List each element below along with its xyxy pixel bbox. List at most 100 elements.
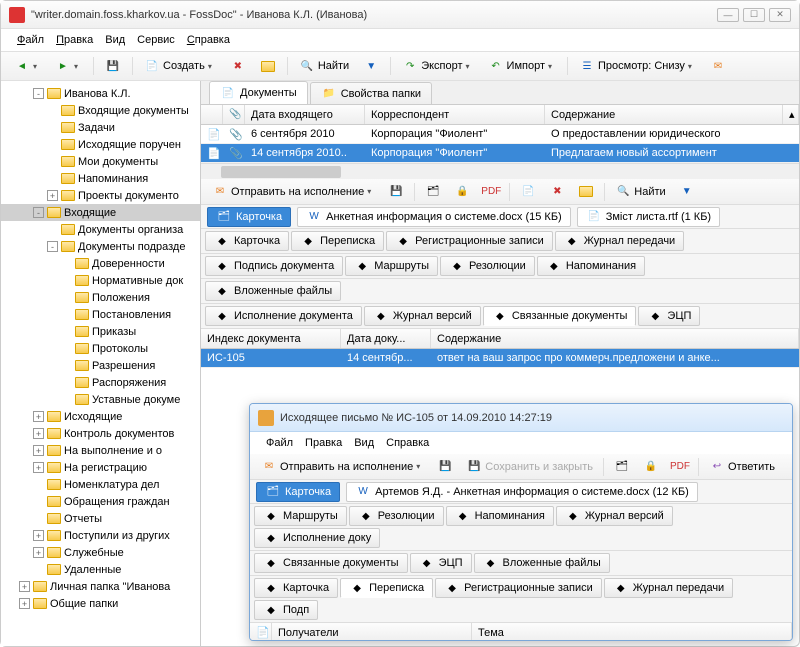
- mail-button[interactable]: ✉: [705, 55, 731, 77]
- detail-tab[interactable]: ◆Исполнение доку: [254, 528, 380, 548]
- detail-tab[interactable]: ◆Напоминания: [537, 256, 645, 276]
- tree-node[interactable]: Обращения граждан: [1, 493, 200, 510]
- tree-node[interactable]: +На регистрацию: [1, 459, 200, 476]
- tree-node[interactable]: Протоколы: [1, 340, 200, 357]
- detail-tab[interactable]: ◆ЭЦП: [638, 306, 700, 326]
- tree-node[interactable]: Постановления: [1, 306, 200, 323]
- tree-node[interactable]: +Контроль документов: [1, 425, 200, 442]
- tree-node[interactable]: Разрешения: [1, 357, 200, 374]
- child-menu-help[interactable]: Справка: [382, 435, 433, 451]
- detail-tab[interactable]: ◆Карточка: [254, 578, 338, 598]
- create-button[interactable]: 📄Создать▾: [139, 55, 221, 77]
- detail-tab[interactable]: ◆Маршруты: [345, 256, 438, 276]
- folder-btn2[interactable]: [573, 181, 599, 203]
- send-exec-button[interactable]: ✉Отправить на исполнение▾: [207, 181, 380, 203]
- tree-node[interactable]: Номенклатура дел: [1, 476, 200, 493]
- subgrid-row[interactable]: ИС-105 14 сентябр... ответ на ваш запрос…: [201, 349, 799, 368]
- col-index[interactable]: Индекс документа: [201, 329, 341, 348]
- filetab-card[interactable]: 🗂Карточка: [207, 207, 291, 227]
- child-save-button[interactable]: 💾: [432, 456, 458, 478]
- child-menu-edit[interactable]: Правка: [301, 435, 346, 451]
- menu-edit[interactable]: Правка: [52, 32, 97, 48]
- child-send-button[interactable]: ✉Отправить на исполнение▾: [256, 456, 429, 478]
- tree-node[interactable]: Входящие документы: [1, 102, 200, 119]
- detail-tab[interactable]: ◆Резолюции: [440, 256, 535, 276]
- forward-button[interactable]: ►▾: [50, 55, 87, 77]
- col-cont2[interactable]: Содержание: [431, 329, 799, 348]
- find-button[interactable]: 🔍Найти: [294, 55, 354, 77]
- tree-node[interactable]: Приказы: [1, 323, 200, 340]
- child-card-btn[interactable]: 🗂: [609, 456, 635, 478]
- tree-node[interactable]: -Входящие: [1, 204, 200, 221]
- tree-node[interactable]: Удаленные: [1, 561, 200, 578]
- filter-btn2[interactable]: ▼: [674, 181, 700, 203]
- filetab-rtf[interactable]: 📄Зміст листа.rtf (1 КБ): [577, 207, 720, 227]
- tree-node[interactable]: +Исходящие: [1, 408, 200, 425]
- child-col-icon[interactable]: 📄: [250, 623, 272, 641]
- tree-node[interactable]: Напоминания: [1, 170, 200, 187]
- child-col-subj[interactable]: Тема: [472, 623, 792, 641]
- filter-button[interactable]: ▼: [358, 55, 384, 77]
- lock-btn[interactable]: 🔒: [449, 181, 475, 203]
- col-icon[interactable]: [201, 105, 223, 124]
- tree-node[interactable]: +Служебные: [1, 544, 200, 561]
- child-filetab-card[interactable]: 🗂Карточка: [256, 482, 340, 502]
- detail-tab[interactable]: ◆Переписка: [340, 578, 433, 598]
- detail-tab[interactable]: ◆Журнал передачи: [555, 231, 684, 251]
- child-reply-button[interactable]: ↩Ответить: [704, 456, 780, 478]
- detail-tab[interactable]: ◆Подпись документа: [205, 256, 343, 276]
- folder-tree[interactable]: -Иванова К.Л.Входящие документыЗадачиИсх…: [1, 81, 201, 646]
- filetab-docx[interactable]: WАнкетная информация о системе.docx (15 …: [297, 207, 571, 227]
- scroll-up[interactable]: ▴: [783, 105, 799, 124]
- detail-tab[interactable]: ◆Регистрационные записи: [435, 578, 602, 598]
- detail-tab[interactable]: ◆Вложенные файлы: [205, 281, 341, 301]
- table-row[interactable]: 📄📎6 сентября 2010Корпорация "Фиолент"О п…: [201, 125, 799, 144]
- tree-node[interactable]: Документы организа: [1, 221, 200, 238]
- tab-documents[interactable]: 📄Документы: [209, 81, 308, 104]
- tree-node[interactable]: Отчеты: [1, 510, 200, 527]
- child-col-rcpt[interactable]: Получатели: [272, 623, 472, 641]
- h-scrollbar[interactable]: [201, 163, 799, 179]
- menu-help[interactable]: Справка: [183, 32, 234, 48]
- detail-tab[interactable]: ◆Регистрационные записи: [386, 231, 553, 251]
- menu-service[interactable]: Сервис: [133, 32, 179, 48]
- tree-node[interactable]: Мои документы: [1, 153, 200, 170]
- maximize-button[interactable]: ☐: [743, 8, 765, 22]
- tree-node[interactable]: -Документы подразде: [1, 238, 200, 255]
- save-btn2[interactable]: 💾: [383, 181, 409, 203]
- back-button[interactable]: ◄▾: [9, 55, 46, 77]
- col-corr[interactable]: Корреспондент: [365, 105, 545, 124]
- tree-node[interactable]: Задачи: [1, 119, 200, 136]
- folder-button[interactable]: [255, 55, 281, 77]
- col-content[interactable]: Содержание: [545, 105, 783, 124]
- tree-node[interactable]: +На выполнение и о: [1, 442, 200, 459]
- tree-node[interactable]: +Поступили из других: [1, 527, 200, 544]
- pdf-btn[interactable]: PDF: [478, 181, 504, 203]
- tree-node[interactable]: Распоряжения: [1, 374, 200, 391]
- tree-node[interactable]: -Иванова К.Л.: [1, 85, 200, 102]
- tree-node[interactable]: +Общие папки: [1, 595, 200, 612]
- tree-node[interactable]: +Личная папка "Иванова: [1, 578, 200, 595]
- export-button[interactable]: ↷Экспорт▾: [397, 55, 478, 77]
- child-filetab-docx[interactable]: WАртемов Я.Д. - Анкетная информация о си…: [346, 482, 698, 502]
- detail-tab[interactable]: ◆Связанные документы: [483, 306, 637, 326]
- child-pdf-btn[interactable]: PDF: [667, 456, 693, 478]
- detail-tab[interactable]: ◆Связанные документы: [254, 553, 408, 573]
- child-menu-view[interactable]: Вид: [350, 435, 378, 451]
- detail-tab[interactable]: ◆Исполнение документа: [205, 306, 362, 326]
- detail-tab[interactable]: ◆Резолюции: [349, 506, 444, 526]
- detail-tab[interactable]: ◆Напоминания: [446, 506, 554, 526]
- tree-node[interactable]: Уставные докуме: [1, 391, 200, 408]
- delete-button[interactable]: ✖: [225, 55, 251, 77]
- detail-tab[interactable]: ◆Подп: [254, 600, 318, 620]
- detail-tab[interactable]: ◆Журнал версий: [556, 506, 673, 526]
- save-button[interactable]: 💾: [100, 55, 126, 77]
- del-btn[interactable]: ✖: [544, 181, 570, 203]
- child-menu-file[interactable]: Файл: [262, 435, 297, 451]
- card-btn[interactable]: 🗂: [420, 181, 446, 203]
- detail-tab[interactable]: ◆Журнал передачи: [604, 578, 733, 598]
- detail-tab[interactable]: ◆Маршруты: [254, 506, 347, 526]
- import-button[interactable]: ↶Импорт▾: [483, 55, 561, 77]
- tree-node[interactable]: Исходящие поручен: [1, 136, 200, 153]
- detail-tab[interactable]: ◆Журнал версий: [364, 306, 481, 326]
